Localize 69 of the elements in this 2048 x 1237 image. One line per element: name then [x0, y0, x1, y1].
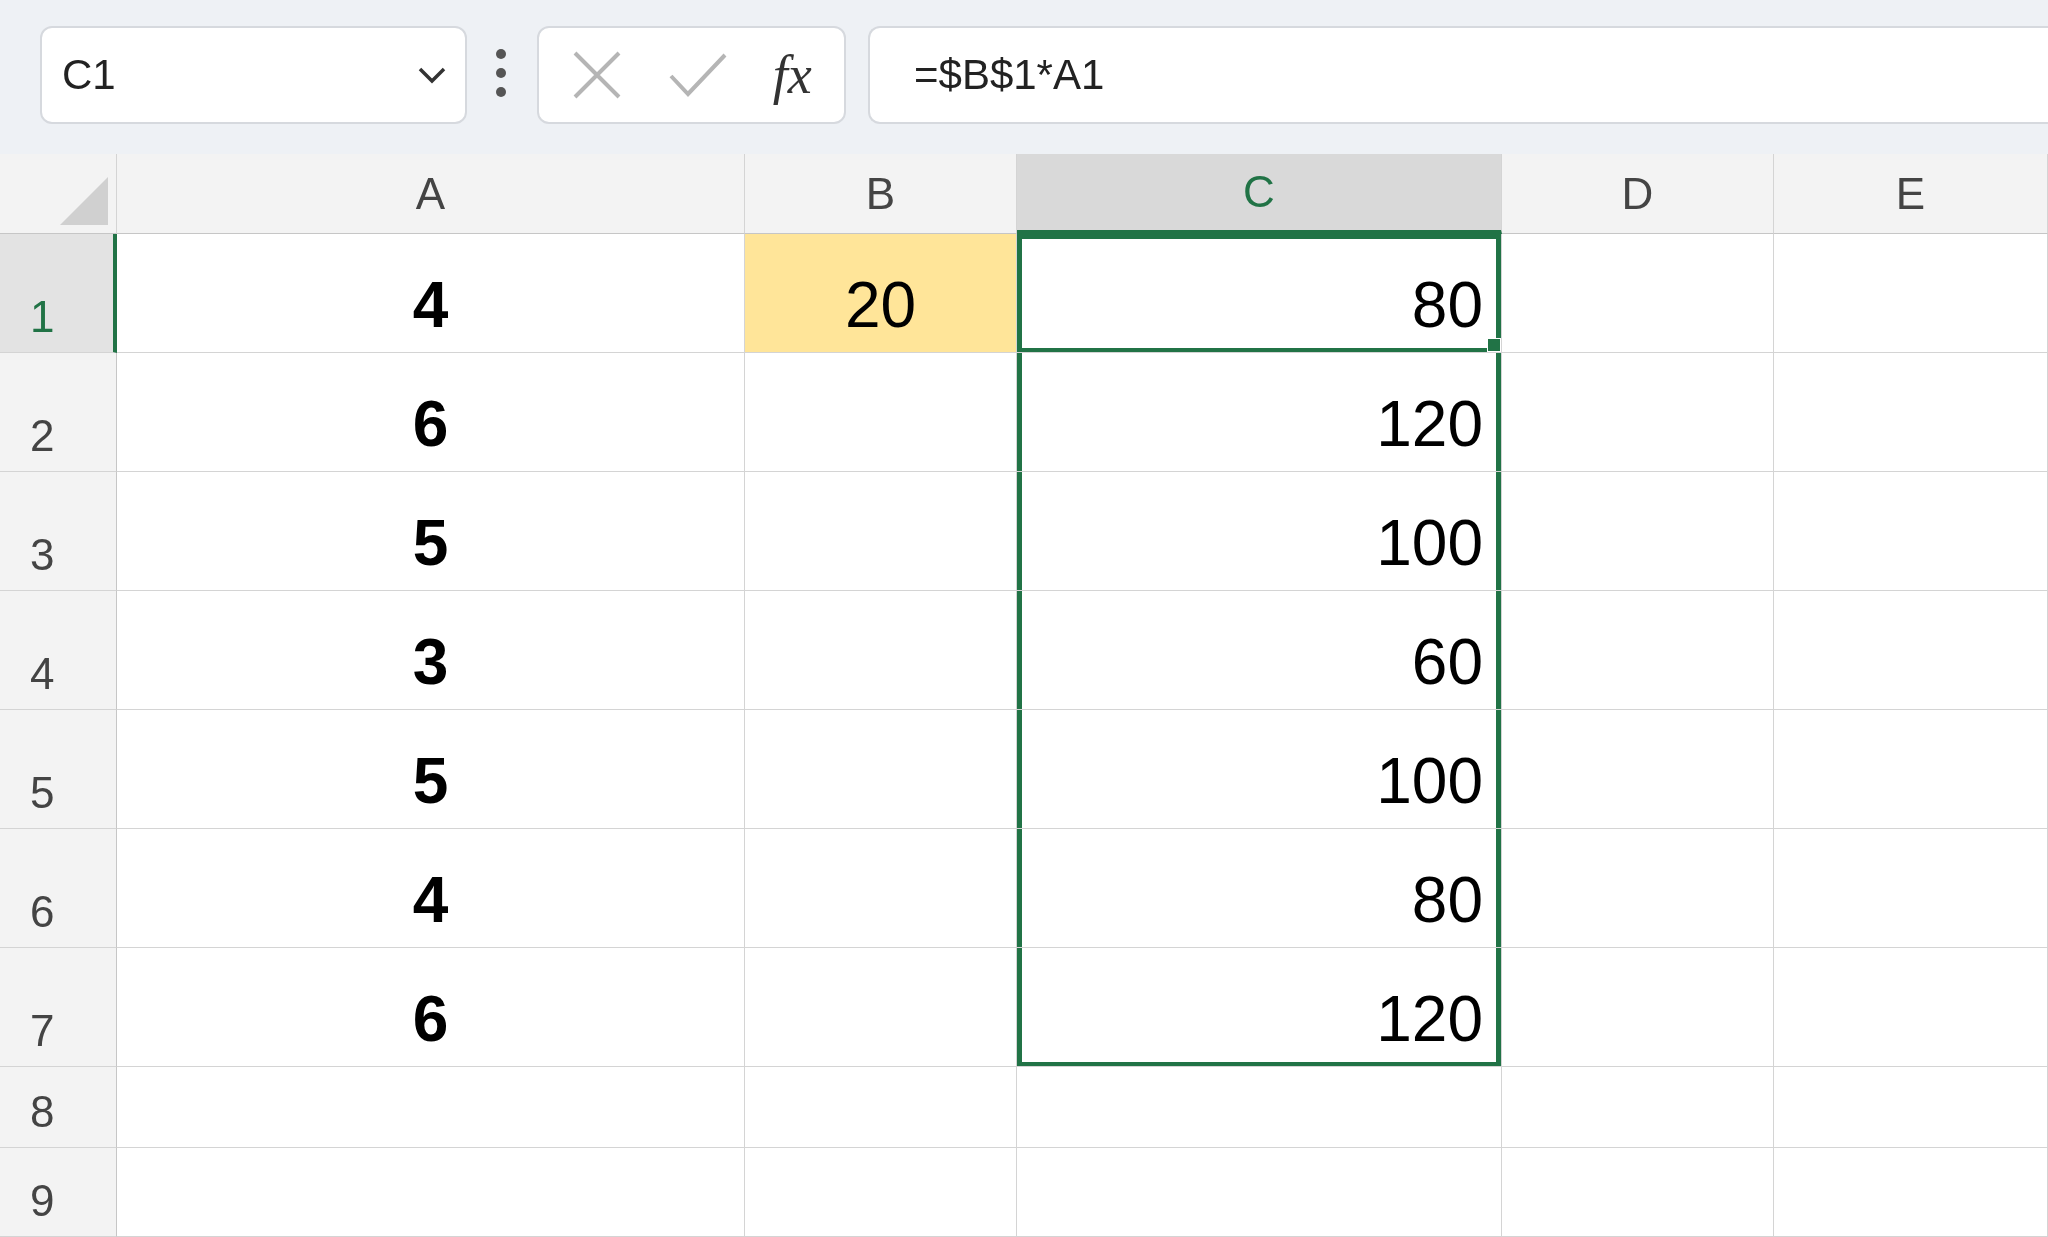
row-header[interactable]: 8	[0, 1067, 117, 1148]
table-cell[interactable]	[1502, 591, 1774, 710]
triangle-icon	[60, 177, 108, 225]
table-cell[interactable]: 120	[1017, 353, 1502, 472]
table-cell[interactable]	[1774, 829, 2048, 948]
table-cell[interactable]: 80	[1017, 234, 1502, 353]
row-header[interactable]: 1	[0, 234, 117, 353]
table-cell[interactable]: 6	[117, 353, 745, 472]
cell-reference: C1	[62, 51, 116, 99]
column-header[interactable]: C	[1017, 154, 1502, 234]
row-header[interactable]: 7	[0, 948, 117, 1067]
row-header[interactable]: 2	[0, 353, 117, 472]
chevron-down-icon[interactable]	[417, 65, 447, 85]
table-cell[interactable]: 100	[1017, 472, 1502, 591]
row-header[interactable]: 6	[0, 829, 117, 948]
table-cell[interactable]	[1774, 353, 2048, 472]
table-cell[interactable]	[1502, 1148, 1774, 1237]
formula-field[interactable]: =$B$1*A1	[868, 26, 2048, 124]
table-cell[interactable]	[745, 591, 1017, 710]
table-cell[interactable]	[745, 1067, 1017, 1148]
table-cell[interactable]	[1502, 829, 1774, 948]
table-cell[interactable]	[1502, 710, 1774, 829]
column-header[interactable]: A	[117, 154, 745, 234]
vertical-dots-icon[interactable]	[495, 48, 507, 98]
table-cell[interactable]	[745, 472, 1017, 591]
name-box[interactable]: C1	[40, 26, 467, 124]
table-cell[interactable]	[745, 948, 1017, 1067]
table-cell[interactable]	[1502, 948, 1774, 1067]
table-cell[interactable]: 100	[1017, 710, 1502, 829]
table-cell[interactable]: 3	[117, 591, 745, 710]
table-cell[interactable]	[745, 1148, 1017, 1237]
insert-function-button[interactable]: fx	[772, 44, 812, 106]
table-cell[interactable]: 60	[1017, 591, 1502, 710]
table-cell[interactable]: 4	[117, 234, 745, 353]
row-header[interactable]: 3	[0, 472, 117, 591]
table-cell[interactable]	[745, 710, 1017, 829]
column-header[interactable]: D	[1502, 154, 1774, 234]
table-cell[interactable]	[117, 1067, 745, 1148]
column-header[interactable]: B	[745, 154, 1017, 234]
table-cell[interactable]	[1502, 472, 1774, 591]
table-cell[interactable]	[1774, 234, 2048, 353]
row-header[interactable]: 5	[0, 710, 117, 829]
table-cell[interactable]	[1774, 1148, 2048, 1237]
table-cell[interactable]: 4	[117, 829, 745, 948]
table-cell[interactable]	[1017, 1148, 1502, 1237]
table-cell[interactable]	[1502, 353, 1774, 472]
table-cell[interactable]: 120	[1017, 948, 1502, 1067]
table-cell[interactable]	[1774, 948, 2048, 1067]
check-icon[interactable]	[668, 52, 728, 98]
table-cell[interactable]	[1502, 234, 1774, 353]
table-cell[interactable]	[1774, 1067, 2048, 1148]
table-cell[interactable]: 6	[117, 948, 745, 1067]
table-cell[interactable]: 20	[745, 234, 1017, 353]
table-cell[interactable]	[1774, 710, 2048, 829]
column-header[interactable]: E	[1774, 154, 2048, 234]
table-cell[interactable]: 5	[117, 710, 745, 829]
row-header[interactable]: 4	[0, 591, 117, 710]
table-cell[interactable]	[1774, 591, 2048, 710]
select-all-corner[interactable]	[0, 154, 117, 234]
table-cell[interactable]	[745, 829, 1017, 948]
table-cell[interactable]	[745, 353, 1017, 472]
table-cell[interactable]	[1017, 1067, 1502, 1148]
table-cell[interactable]	[1502, 1067, 1774, 1148]
table-cell[interactable]	[117, 1148, 745, 1237]
table-cell[interactable]: 5	[117, 472, 745, 591]
row-header[interactable]: 9	[0, 1148, 117, 1237]
fill-handle[interactable]	[1487, 338, 1501, 352]
table-cell[interactable]	[1774, 472, 2048, 591]
table-cell[interactable]: 80	[1017, 829, 1502, 948]
